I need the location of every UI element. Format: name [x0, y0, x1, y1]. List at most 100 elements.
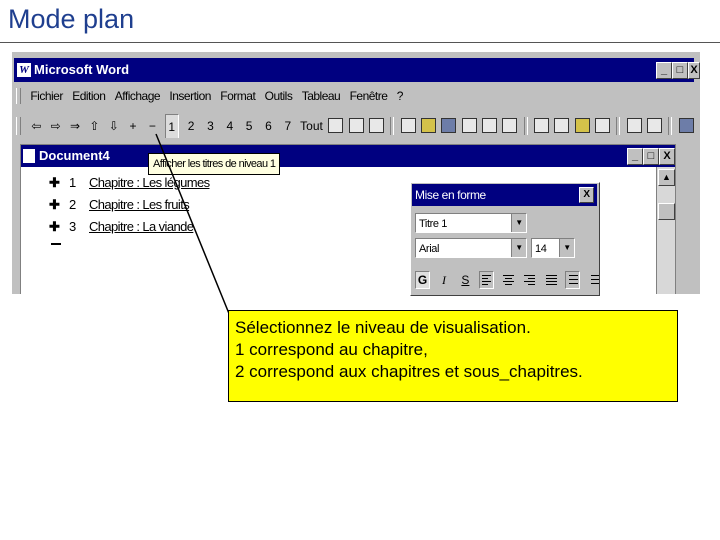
doc-maximize-button[interactable]: □ — [643, 148, 659, 165]
spelling-icon[interactable] — [502, 118, 518, 133]
format-panel-close-button[interactable]: X — [579, 187, 594, 203]
first-line-only-icon[interactable] — [328, 118, 344, 133]
document-icon — [23, 149, 35, 163]
outline-item[interactable]: ✚ 2 Chapitre : Les fruits — [49, 195, 190, 215]
chevron-down-icon[interactable]: ▼ — [511, 214, 526, 232]
menu-fichier[interactable]: Fichier — [27, 85, 66, 107]
expand-marker-icon[interactable]: ✚ — [49, 173, 69, 193]
toolbar-separator — [616, 117, 621, 135]
menu-help[interactable]: ? — [394, 85, 406, 107]
callout-line: 2 correspond aux chapitres et sous_chapi… — [235, 362, 583, 381]
menu-insertion[interactable]: Insertion — [166, 85, 214, 107]
move-up-icon[interactable]: ⇧ — [87, 114, 101, 138]
preview-icon[interactable] — [481, 118, 497, 133]
minimize-button[interactable]: _ — [656, 62, 672, 79]
align-center-icon[interactable] — [501, 271, 516, 289]
underline-button[interactable]: S — [458, 271, 473, 289]
outline-heading[interactable]: Chapitre : Les légumes — [89, 175, 210, 190]
collapse-icon[interactable]: − — [145, 114, 159, 138]
toolbar-grip[interactable] — [16, 117, 21, 135]
numbered-list-icon[interactable] — [565, 271, 581, 289]
menu-format[interactable]: Format — [217, 85, 258, 107]
demote-icon[interactable]: ⇨ — [49, 114, 63, 138]
cut-icon[interactable] — [533, 118, 549, 133]
outline-number: 2 — [69, 197, 76, 212]
open-icon[interactable] — [420, 118, 436, 133]
outline-number: 1 — [69, 175, 76, 190]
format-toolbar-panel: Mise en forme X Titre 1 ▼ Arial ▼ 14 ▼ G… — [410, 182, 600, 296]
level-tooltip: Afficher les titres de niveau 1 — [148, 153, 281, 175]
outline-item[interactable]: ✚ 1 Chapitre : Les légumes — [49, 173, 210, 193]
show-all-button[interactable]: Tout — [300, 114, 323, 138]
copy-icon[interactable] — [554, 118, 570, 133]
callout-line: Sélectionnez le niveau de visualisation. — [235, 318, 531, 337]
word-app-icon: W — [17, 63, 31, 77]
format-painter-icon[interactable] — [595, 118, 610, 133]
close-button[interactable]: X — [688, 62, 700, 79]
menu-fenetre[interactable]: Fenêtre — [347, 85, 391, 107]
print-icon[interactable] — [461, 118, 477, 133]
style-select[interactable]: Titre 1 ▼ — [415, 213, 527, 233]
font-value: Arial — [419, 243, 440, 255]
level-6-button[interactable]: 6 — [261, 114, 275, 138]
expand-marker-icon[interactable]: ✚ — [49, 195, 69, 215]
font-select[interactable]: Arial ▼ — [415, 238, 527, 258]
menu-tableau[interactable]: Tableau — [299, 85, 344, 107]
master-document-icon[interactable] — [368, 118, 384, 133]
doc-close-button[interactable]: X — [659, 148, 675, 165]
chevron-down-icon[interactable]: ▼ — [559, 239, 574, 257]
scroll-up-icon[interactable]: ▲ — [658, 169, 675, 186]
app-title: Microsoft Word — [34, 62, 130, 77]
level-4-button[interactable]: 4 — [223, 114, 237, 138]
bold-button[interactable]: G — [415, 271, 430, 289]
outline-item[interactable]: ✚ 3 Chapitre : La viande — [49, 217, 194, 237]
style-value: Titre 1 — [419, 218, 447, 230]
format-buttons-row: G I S — [415, 271, 599, 293]
outline-heading[interactable]: Chapitre : La viande — [89, 219, 194, 234]
vertical-scrollbar[interactable]: ▲ — [656, 167, 675, 294]
toolbar-separator — [523, 117, 528, 135]
callout-box: Sélectionnez le niveau de visualisation.… — [228, 310, 678, 402]
level-3-button[interactable]: 3 — [203, 114, 217, 138]
justify-icon[interactable] — [544, 271, 559, 289]
document-title: Document4 — [39, 148, 110, 163]
level-7-button[interactable]: 7 — [281, 114, 295, 138]
toolbar-separator — [668, 117, 673, 135]
promote-icon[interactable]: ⇦ — [29, 114, 43, 138]
undo-icon[interactable] — [626, 118, 642, 133]
menu-outils[interactable]: Outils — [262, 85, 296, 107]
menu-edition[interactable]: Edition — [69, 85, 108, 107]
align-left-icon[interactable] — [479, 271, 495, 289]
show-formatting-icon[interactable] — [348, 118, 364, 133]
chevron-down-icon[interactable]: ▼ — [511, 239, 526, 257]
toolbar-separator — [390, 117, 395, 135]
menubar-grip[interactable] — [16, 88, 21, 104]
outline-toolbar: ⇦ ⇨ ⇒ ⇧ ⇩ + − 1 2 3 4 5 6 7 Tout — [14, 114, 694, 138]
doc-minimize-button[interactable]: _ — [627, 148, 643, 165]
redo-icon[interactable] — [647, 118, 663, 133]
bullet-list-icon[interactable] — [587, 271, 599, 289]
move-down-icon[interactable]: ⇩ — [107, 114, 121, 138]
font-size-select[interactable]: 14 ▼ — [531, 238, 575, 258]
menu-affichage[interactable]: Affichage — [112, 85, 163, 107]
italic-button[interactable]: I — [436, 271, 451, 289]
document-titlebar: Document4 _ □ X — [21, 145, 675, 167]
maximize-button[interactable]: □ — [672, 62, 688, 79]
outline-heading[interactable]: Chapitre : Les fruits — [89, 197, 190, 212]
demote-to-body-icon[interactable]: ⇒ — [68, 114, 82, 138]
outline-number: 3 — [69, 219, 76, 234]
format-panel-title[interactable]: Mise en forme X — [412, 184, 597, 206]
save-icon[interactable] — [441, 118, 457, 133]
web-icon[interactable] — [678, 118, 694, 133]
scroll-thumb[interactable] — [658, 203, 675, 220]
new-doc-icon[interactable] — [400, 118, 416, 133]
level-2-button[interactable]: 2 — [184, 114, 198, 138]
expand-icon[interactable]: + — [126, 114, 140, 138]
expand-marker-icon[interactable]: ✚ — [49, 217, 69, 237]
end-of-document-mark — [51, 243, 61, 245]
slide-title: Mode plan — [8, 4, 135, 34]
level-1-button[interactable]: 1 — [164, 114, 179, 138]
paste-icon[interactable] — [574, 118, 590, 133]
level-5-button[interactable]: 5 — [242, 114, 256, 138]
align-right-icon[interactable] — [522, 271, 537, 289]
